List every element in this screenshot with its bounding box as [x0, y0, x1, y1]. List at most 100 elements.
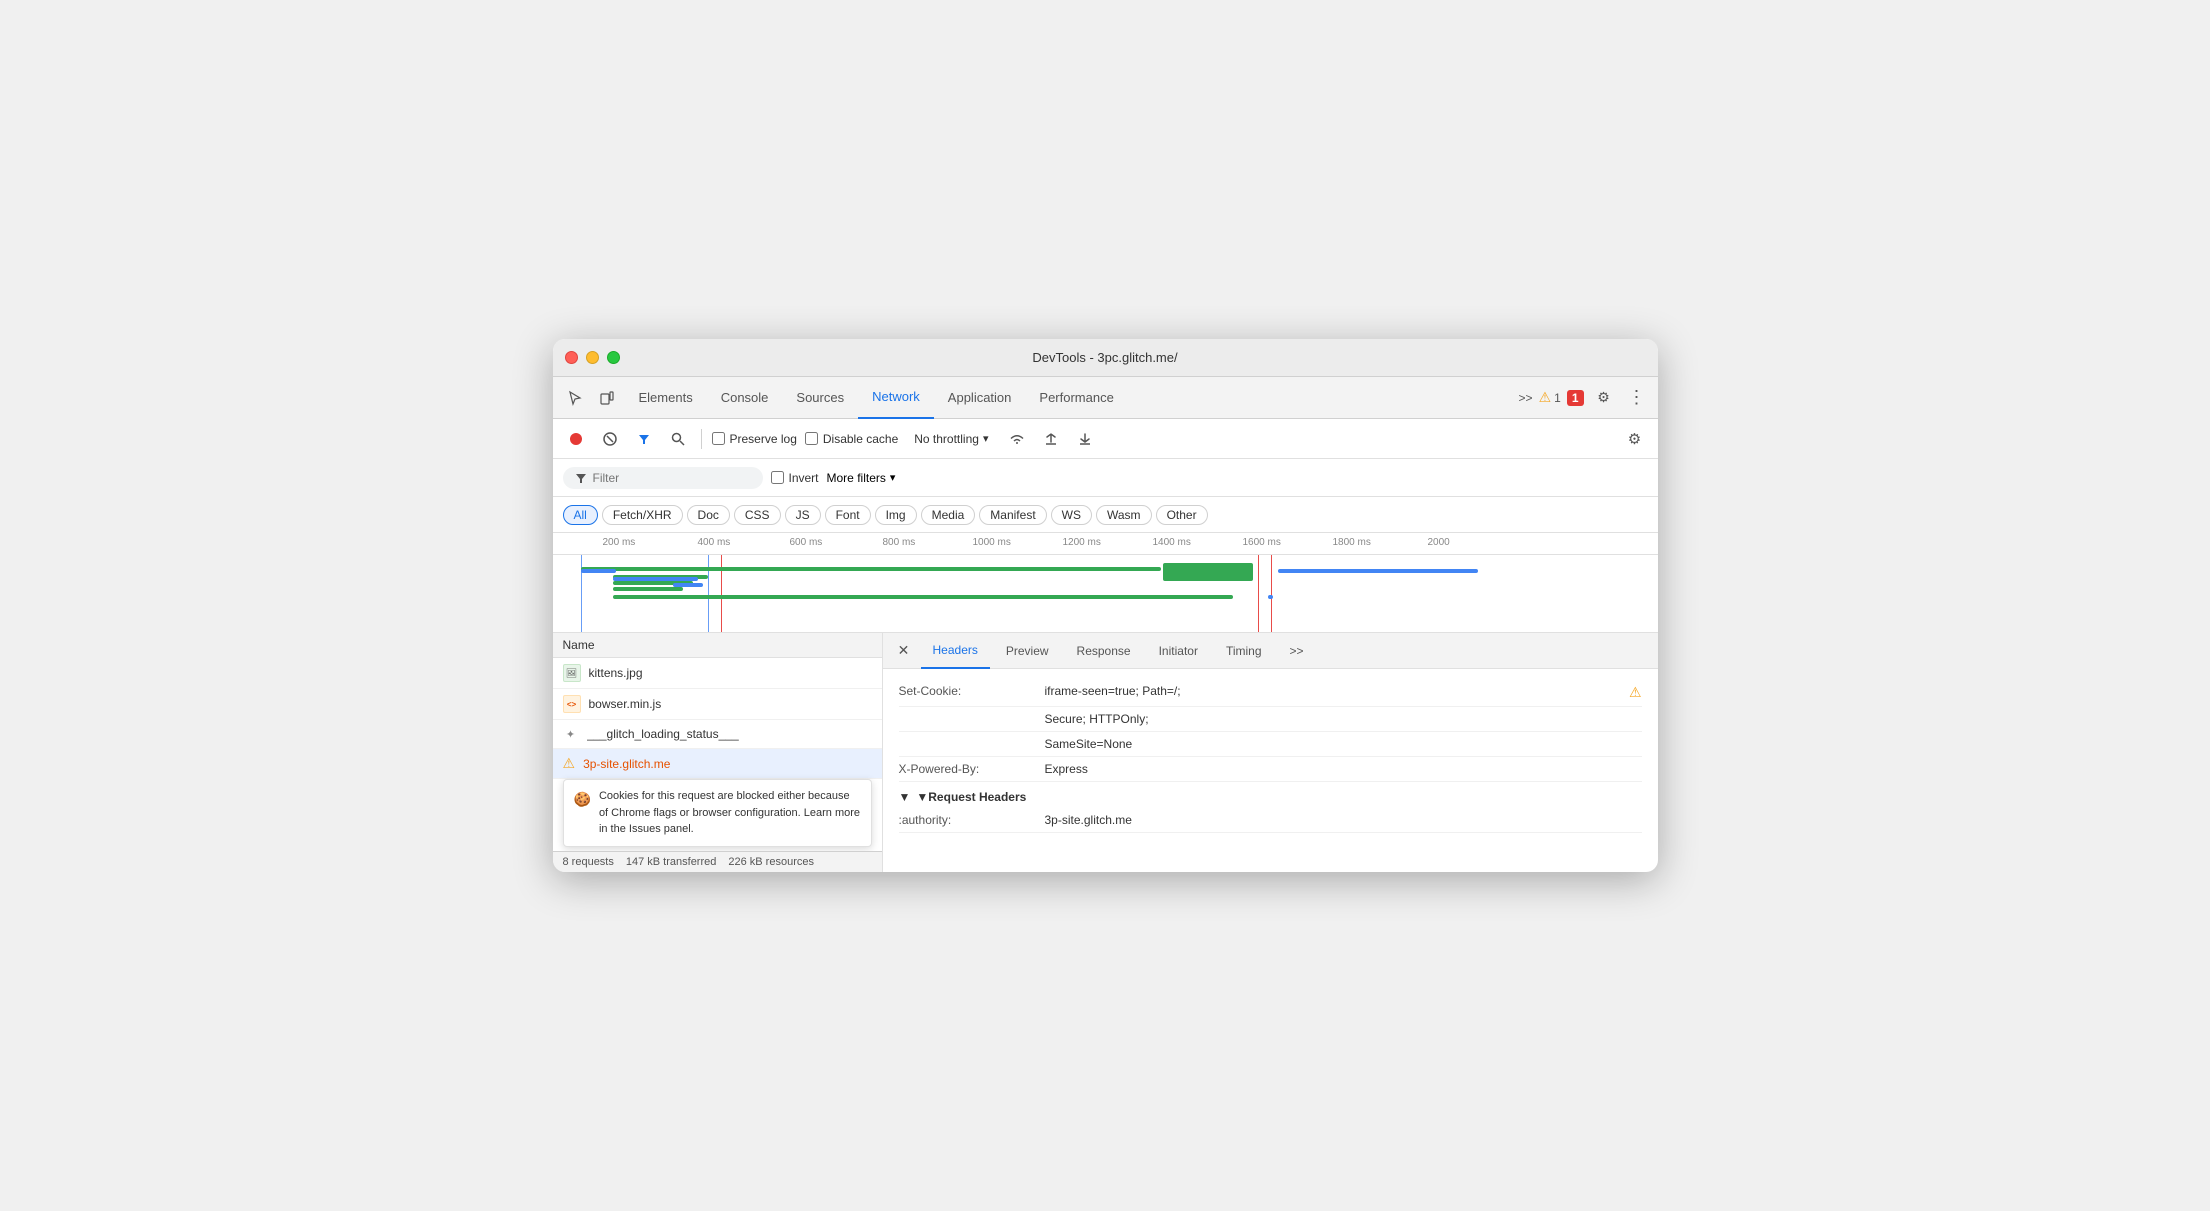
set-cookie-key: Set-Cookie:	[899, 684, 1029, 698]
download-icon[interactable]	[1072, 426, 1098, 452]
request-headers-section-title[interactable]: ▼ ▼Request Headers	[899, 782, 1642, 808]
type-btn-other[interactable]: Other	[1156, 505, 1208, 525]
network-settings-icon[interactable]: ⚙	[1622, 426, 1648, 452]
toolbar-right: >> ⚠ 1 1 ⚙ ⋮	[1519, 384, 1650, 412]
cookie-tooltip-text: Cookies for this request are blocked eit…	[599, 788, 861, 838]
preserve-log-checkbox[interactable]: Preserve log	[712, 432, 797, 446]
cookie-tooltip: 🍪 Cookies for this request are blocked e…	[563, 779, 872, 847]
tl-bar-blue-4	[1278, 569, 1478, 573]
preserve-log-input[interactable]	[712, 432, 725, 445]
throttle-select[interactable]: No throttling ▾	[906, 429, 996, 449]
type-btn-fetchxhr[interactable]: Fetch/XHR	[602, 505, 683, 525]
filter-input-container[interactable]	[563, 467, 763, 489]
warning-badge[interactable]: ⚠ 1	[1539, 389, 1561, 406]
request-item-glitch[interactable]: ✦ ___glitch_loading_status___	[553, 720, 882, 749]
more-menu-icon[interactable]: ⋮	[1624, 387, 1650, 408]
more-filters-button[interactable]: More filters ▾	[827, 471, 896, 485]
type-btn-img[interactable]: Img	[875, 505, 917, 525]
disable-cache-checkbox[interactable]: Disable cache	[805, 432, 898, 446]
type-btn-js[interactable]: JS	[785, 505, 821, 525]
filter-bar: Invert More filters ▾	[553, 459, 1658, 497]
search-icon[interactable]	[665, 426, 691, 452]
tick-400ms: 400 ms	[698, 537, 731, 548]
device-icon[interactable]	[593, 384, 621, 412]
clear-button[interactable]	[597, 426, 623, 452]
bowser-name: bowser.min.js	[589, 697, 662, 711]
invert-checkbox[interactable]: Invert	[771, 471, 819, 485]
detail-tabs: ✕ Headers Preview Response Initiator Tim…	[883, 633, 1658, 669]
tick-200ms: 200 ms	[603, 537, 636, 548]
tick-1000ms: 1000 ms	[973, 537, 1011, 548]
type-btn-doc[interactable]: Doc	[687, 505, 730, 525]
timeline-ruler: 200 ms 400 ms 600 ms 800 ms 1000 ms 1200…	[553, 533, 1658, 555]
type-filter-bar: All Fetch/XHR Doc CSS JS Font Img Media …	[553, 497, 1658, 533]
glitch-name: ___glitch_loading_status___	[587, 727, 739, 741]
more-filters-chevron-icon: ▾	[890, 471, 896, 484]
maximize-button[interactable]	[607, 351, 620, 364]
tick-600ms: 600 ms	[790, 537, 823, 548]
type-btn-all[interactable]: All	[563, 505, 598, 525]
tab-list: Elements Console Sources Network Applica…	[625, 377, 1515, 419]
tick-1200ms: 1200 ms	[1063, 537, 1101, 548]
cursor-icon[interactable]	[561, 384, 589, 412]
error-badge[interactable]: 1	[1567, 390, 1584, 406]
type-btn-font[interactable]: Font	[825, 505, 871, 525]
type-btn-ws[interactable]: WS	[1051, 505, 1092, 525]
stop-recording-button[interactable]	[563, 426, 589, 452]
type-btn-wasm[interactable]: Wasm	[1096, 505, 1152, 525]
kittens-icon: 🖼	[563, 664, 581, 682]
settings-icon[interactable]: ⚙	[1590, 384, 1618, 412]
detail-tab-initiator[interactable]: Initiator	[1147, 633, 1210, 669]
tl-bar-blue-3	[673, 583, 703, 587]
bowser-icon: <>	[563, 695, 581, 713]
wifi-icon[interactable]	[1004, 426, 1030, 452]
separator	[701, 429, 702, 449]
detail-panel: ✕ Headers Preview Response Initiator Tim…	[883, 633, 1658, 872]
tl-bar-blue-5	[1268, 595, 1273, 599]
disable-cache-input[interactable]	[805, 432, 818, 445]
type-btn-manifest[interactable]: Manifest	[979, 505, 1046, 525]
request-item-bowser[interactable]: <> bowser.min.js	[553, 689, 882, 720]
filter-input[interactable]	[593, 471, 733, 485]
detail-tab-response[interactable]: Response	[1065, 633, 1143, 669]
timeline-area: 200 ms 400 ms 600 ms 800 ms 1000 ms 1200…	[553, 533, 1658, 633]
request-item-kittens[interactable]: 🖼 kittens.jpg	[553, 658, 882, 689]
requests-left: Name 🖼 kittens.jpg <> bowser.min.js ✦ __…	[553, 633, 883, 872]
type-btn-media[interactable]: Media	[921, 505, 976, 525]
tab-network[interactable]: Network	[858, 377, 934, 419]
tl-bar-blue-2	[613, 577, 698, 581]
tab-console[interactable]: Console	[707, 377, 783, 419]
detail-tab-more[interactable]: >>	[1278, 633, 1316, 669]
invert-input[interactable]	[771, 471, 784, 484]
resources-size: 226 kB resources	[728, 856, 814, 868]
detail-close-button[interactable]: ✕	[891, 638, 917, 664]
tab-elements[interactable]: Elements	[625, 377, 707, 419]
filter-icon[interactable]	[631, 426, 657, 452]
upload-icon[interactable]	[1038, 426, 1064, 452]
samesite-value: SameSite=None	[1045, 737, 1642, 751]
error-count: 1	[1567, 390, 1584, 406]
tl-bar-green-1	[581, 567, 1161, 571]
tab-performance[interactable]: Performance	[1025, 377, 1127, 419]
glitch-icon: ✦	[563, 726, 579, 742]
tab-application[interactable]: Application	[934, 377, 1026, 419]
type-btn-css[interactable]: CSS	[734, 505, 781, 525]
minimize-button[interactable]	[586, 351, 599, 364]
detail-tab-headers[interactable]: Headers	[921, 633, 990, 669]
detail-tab-timing[interactable]: Timing	[1214, 633, 1274, 669]
detail-tab-preview[interactable]: Preview	[994, 633, 1061, 669]
x-powered-by-key: X-Powered-By:	[899, 762, 1029, 776]
window-title: DevTools - 3pc.glitch.me/	[1032, 350, 1177, 365]
request-item-3psite[interactable]: ⚠ 3p-site.glitch.me	[553, 749, 882, 779]
authority-row: :authority: 3p-site.glitch.me	[899, 808, 1642, 833]
secure-httponly-value: Secure; HTTPOnly;	[1045, 712, 1642, 726]
warning-count: 1	[1554, 391, 1561, 405]
tab-sources[interactable]: Sources	[782, 377, 858, 419]
close-button[interactable]	[565, 351, 578, 364]
request-list: 🖼 kittens.jpg <> bowser.min.js ✦ ___glit…	[553, 658, 882, 851]
red-marker-3	[1271, 555, 1272, 633]
warning-icon: ⚠	[1539, 389, 1552, 406]
x-powered-by-value: Express	[1045, 762, 1642, 776]
x-powered-by-row: X-Powered-By: Express	[899, 757, 1642, 782]
more-tabs-btn[interactable]: >>	[1519, 391, 1533, 405]
